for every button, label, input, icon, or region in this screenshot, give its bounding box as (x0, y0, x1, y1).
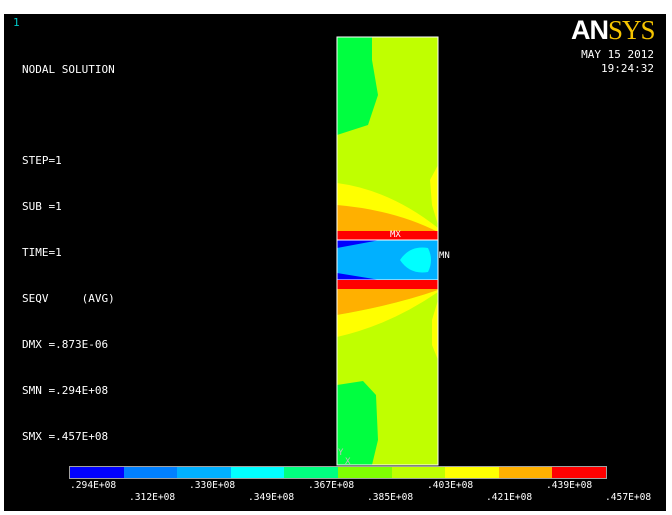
legend-tick: .330E+08 (189, 480, 236, 491)
legend-tick: .312E+08 (129, 492, 176, 503)
graphics-window: 1 NODAL SOLUTION STEP=1 SUB =1 TIME=1 SE… (0, 0, 672, 515)
legend-tick: .439E+08 (546, 480, 593, 491)
legend-ticks: .294E+08 .330E+08 .367E+08 .403E+08 .439… (0, 0, 672, 515)
legend-tick: .294E+08 (70, 480, 117, 491)
legend-tick: .421E+08 (486, 492, 533, 503)
legend-tick: .403E+08 (427, 480, 474, 491)
legend-tick: .385E+08 (367, 492, 414, 503)
legend-tick: .367E+08 (308, 480, 355, 491)
legend-tick: .349E+08 (248, 492, 295, 503)
legend-tick: .457E+08 (605, 492, 652, 503)
